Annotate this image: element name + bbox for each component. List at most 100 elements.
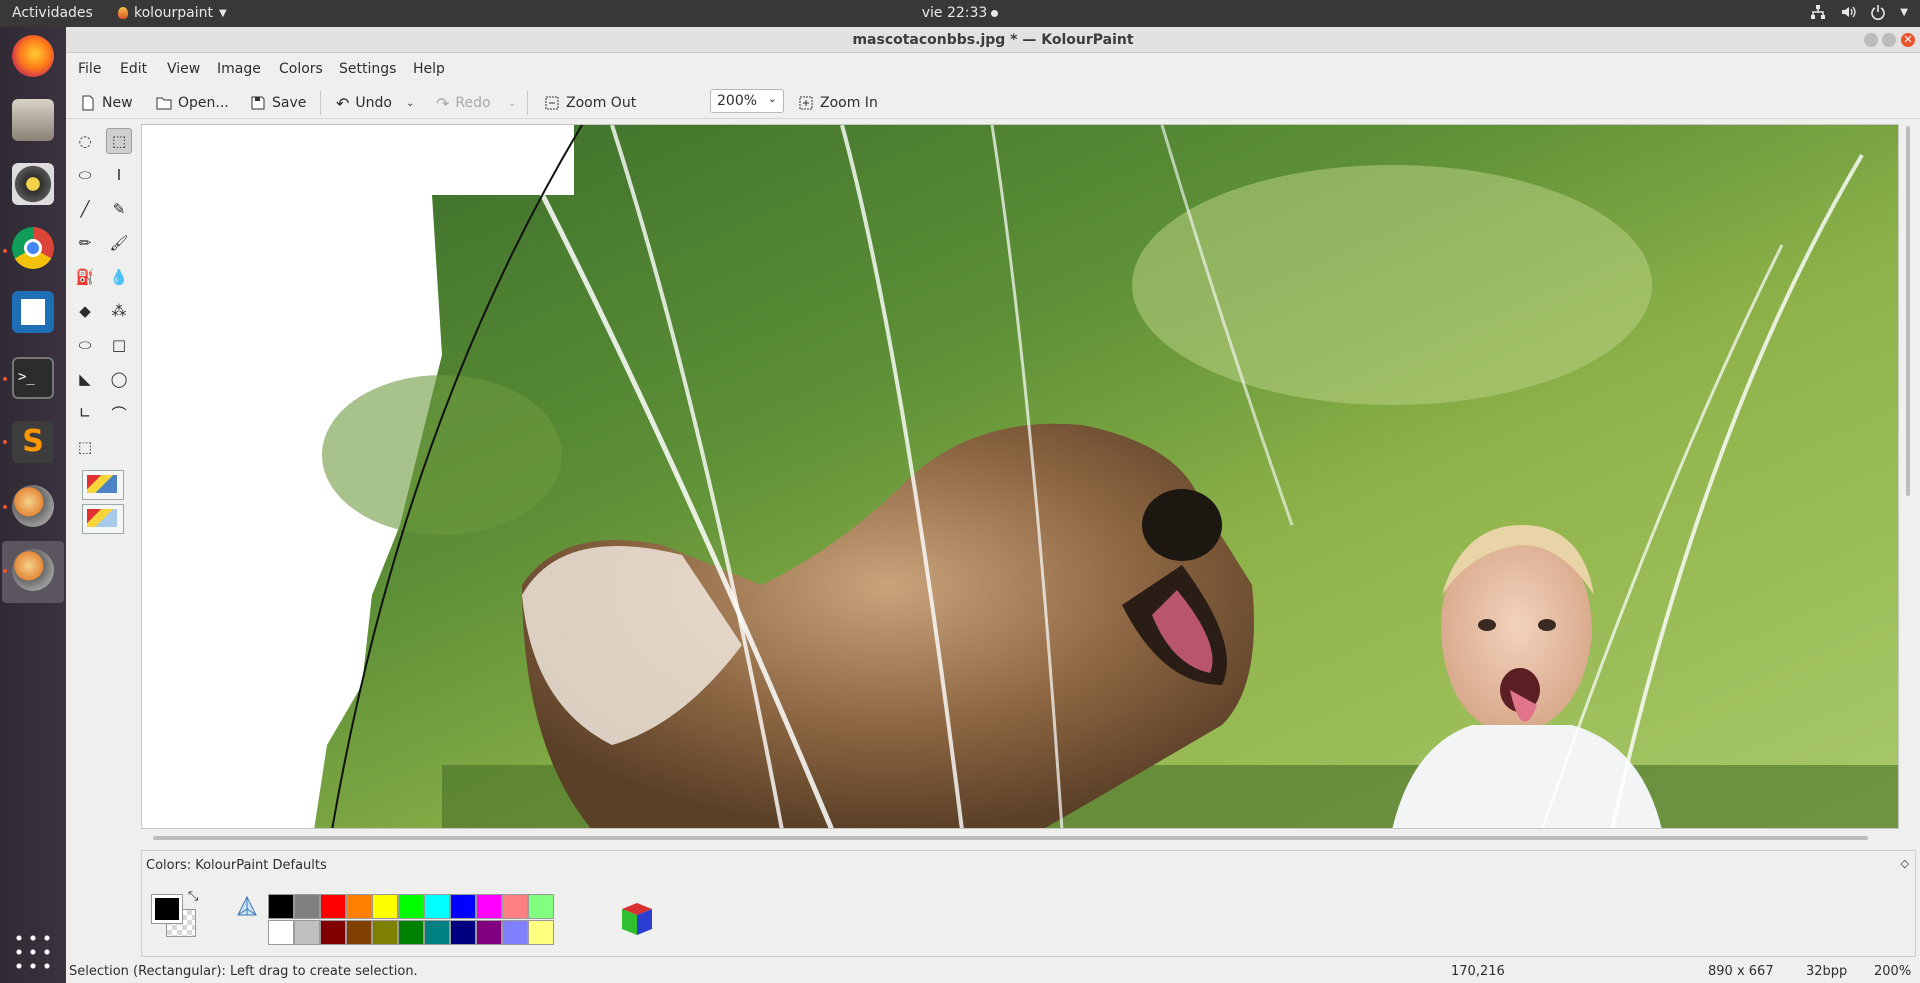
kolourpaint-icon[interactable]	[12, 549, 54, 591]
free-form-selection-icon[interactable]: ◌	[72, 128, 98, 154]
ellipse-tool-icon[interactable]: ⬭	[72, 332, 98, 358]
drawing-canvas[interactable]	[141, 124, 1899, 829]
power-icon[interactable]	[1870, 4, 1886, 20]
rectangle-tool-icon[interactable]: □	[106, 332, 132, 358]
pen-icon[interactable]: ✏	[72, 230, 98, 256]
horizontal-scrollbar[interactable]	[141, 830, 1899, 844]
transparent-selection-option[interactable]	[82, 504, 124, 534]
polyline-tool-icon[interactable]: ∟	[72, 400, 98, 426]
palette-swatch[interactable]	[424, 920, 450, 945]
color-similarity-icon[interactable]	[235, 895, 259, 919]
rhythmbox-icon[interactable]	[12, 163, 54, 205]
ellipse-tool-2-icon[interactable]: ◯	[106, 366, 132, 392]
palette-swatch[interactable]	[268, 894, 294, 919]
rectangular-selection-icon[interactable]: ⬚	[106, 128, 132, 154]
palette-swatch[interactable]	[398, 894, 424, 919]
palette-swatch[interactable]	[372, 920, 398, 945]
text-tool-icon[interactable]: I	[106, 162, 132, 188]
zoom-out-button[interactable]: Zoom Out	[544, 91, 636, 115]
photo-dog-and-child	[314, 125, 1898, 828]
show-applications-icon[interactable]	[12, 931, 54, 973]
writer-icon[interactable]	[12, 291, 54, 333]
new-button[interactable]: New	[80, 91, 133, 115]
clock[interactable]: vie 22:33	[922, 5, 988, 21]
menu-image[interactable]: Image	[217, 61, 261, 77]
palette-swatch[interactable]	[476, 920, 502, 945]
palette-swatch[interactable]	[450, 920, 476, 945]
redo-button[interactable]: ↷ Redo	[436, 91, 491, 115]
menu-file[interactable]: File	[78, 61, 101, 77]
files-icon[interactable]	[12, 99, 54, 141]
redo-dropdown[interactable]: ⌄	[508, 91, 516, 115]
spraycan-icon[interactable]: ⁂	[106, 298, 132, 324]
palette-swatch[interactable]	[268, 920, 294, 945]
opaque-selection-option[interactable]	[82, 470, 124, 500]
flood-fill-icon[interactable]: ⛽	[72, 264, 98, 290]
activities-button[interactable]: Actividades	[12, 5, 93, 21]
zoom-in-button[interactable]: Zoom In	[798, 91, 878, 115]
undo-button[interactable]: ↶ Undo	[336, 91, 392, 115]
resize-tool-icon[interactable]: ⬚	[72, 434, 98, 460]
elliptical-selection-icon[interactable]: ⬭	[72, 162, 98, 188]
palette-swatch[interactable]	[528, 894, 554, 919]
color-eraser-icon[interactable]: 💧	[106, 264, 132, 290]
palette-swatch[interactable]	[320, 920, 346, 945]
kolourpaint-icon[interactable]	[12, 485, 54, 527]
palette-swatch[interactable]	[372, 894, 398, 919]
menu-view[interactable]: View	[167, 61, 200, 77]
minimize-button[interactable]	[1864, 33, 1878, 47]
system-tray[interactable]: ▼	[1810, 4, 1908, 20]
palette-swatch[interactable]	[346, 920, 372, 945]
maximize-button[interactable]	[1882, 33, 1896, 47]
undo-dropdown[interactable]: ⌄	[406, 91, 414, 115]
palette-swatch[interactable]	[294, 920, 320, 945]
menu-colors[interactable]: Colors	[279, 61, 323, 77]
color-cube-icon[interactable]	[616, 897, 658, 939]
palette-swatch[interactable]	[424, 894, 450, 919]
window-title-bar[interactable]: mascotaconbbs.jpg * — KolourPaint ✕	[66, 27, 1920, 53]
foreground-background-selector[interactable]: ⤡	[148, 889, 200, 941]
open-button[interactable]: Open...	[156, 91, 229, 115]
swap-colors-icon[interactable]: ⤡	[188, 889, 198, 904]
chevron-down-icon[interactable]: ▼	[1900, 7, 1908, 18]
palette-swatch[interactable]	[346, 894, 372, 919]
menu-edit[interactable]: Edit	[120, 61, 147, 77]
foreground-color-swatch[interactable]	[151, 894, 183, 924]
palette-swatch[interactable]	[476, 894, 502, 919]
float-panel-icon[interactable]: ◇	[1901, 857, 1909, 870]
sublime-text-icon[interactable]: S	[12, 421, 54, 463]
cursor-coordinates: 170,216	[1451, 964, 1505, 979]
curve-tool-icon[interactable]: ⌒	[106, 400, 132, 426]
palette-swatch[interactable]	[398, 920, 424, 945]
palette-swatch[interactable]	[294, 894, 320, 919]
scrollbar-thumb[interactable]	[153, 836, 1868, 840]
app-menu[interactable]: kolourpaint ▼	[118, 5, 227, 21]
menu-bar: File Edit View Image Colors Settings Hel…	[66, 53, 1920, 85]
scrollbar-thumb[interactable]	[1906, 126, 1910, 496]
eraser-icon[interactable]: ◆	[72, 298, 98, 324]
network-icon[interactable]	[1810, 4, 1826, 20]
vertical-scrollbar[interactable]	[1902, 124, 1916, 829]
menu-settings[interactable]: Settings	[339, 61, 396, 77]
volume-icon[interactable]	[1840, 4, 1856, 20]
chrome-icon[interactable]	[12, 227, 54, 269]
close-button[interactable]: ✕	[1901, 33, 1915, 47]
palette-swatch[interactable]	[502, 920, 528, 945]
palette-swatch[interactable]	[320, 894, 346, 919]
zoom-level-select[interactable]: 200% ⌄	[710, 89, 784, 113]
undo-icon: ↶	[336, 93, 350, 113]
firefox-icon[interactable]	[12, 35, 54, 77]
polygon-tool-icon[interactable]: ◣	[72, 366, 98, 392]
running-indicator	[3, 569, 7, 573]
line-tool-icon[interactable]: ╱	[72, 196, 98, 222]
color-picker-icon[interactable]: ✎	[106, 196, 132, 222]
menu-help[interactable]: Help	[413, 61, 445, 77]
palette-swatch[interactable]	[450, 894, 476, 919]
palette-swatch[interactable]	[502, 894, 528, 919]
colors-panel: Colors: KolourPaint Defaults ◇ ⤡	[141, 850, 1916, 957]
brush-icon[interactable]: 🖌	[106, 230, 132, 256]
terminal-icon[interactable]: >_	[12, 357, 54, 399]
palette-swatch[interactable]	[528, 920, 554, 945]
save-button[interactable]: Save	[250, 91, 306, 115]
status-bar: Selection (Rectangular): Left drag to cr…	[66, 959, 1920, 983]
